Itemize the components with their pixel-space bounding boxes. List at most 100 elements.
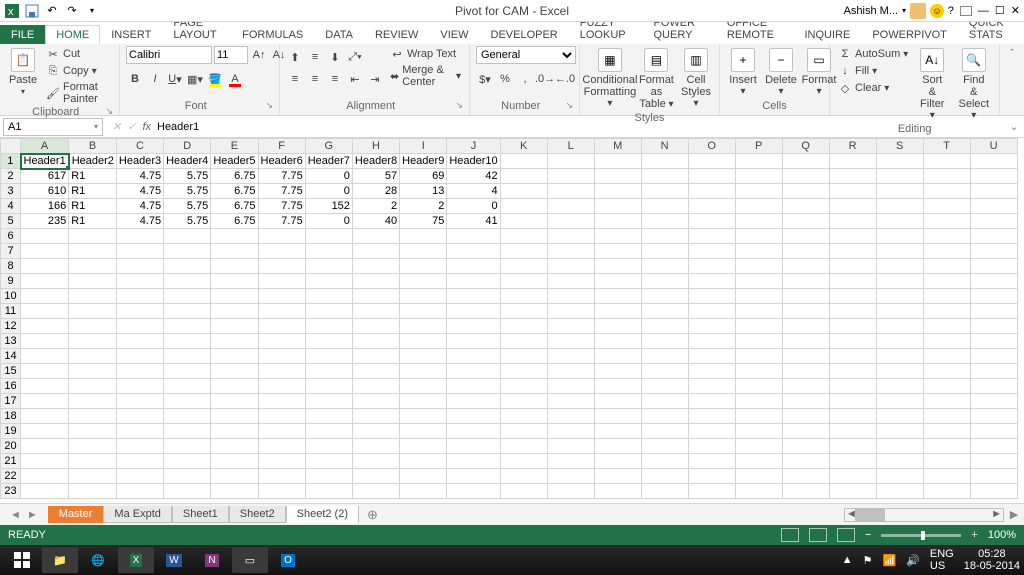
cell-E11[interactable] [211,304,258,319]
cell-D10[interactable] [164,289,211,304]
cell-A18[interactable] [21,409,69,424]
cell-O15[interactable] [688,364,735,379]
cell-F9[interactable] [258,274,305,289]
cell-O23[interactable] [688,484,735,499]
cell-D7[interactable] [164,244,211,259]
fill-button[interactable]: ↓Fill ▾ [836,63,910,79]
cell-S2[interactable] [876,169,923,184]
start-button[interactable] [4,547,40,573]
cell-U2[interactable] [970,169,1017,184]
cell-O21[interactable] [688,454,735,469]
cell-J7[interactable] [447,244,500,259]
redo-icon[interactable]: ↷ [64,3,80,19]
file-explorer-taskbar[interactable]: 📁 [42,547,78,573]
cell-B3[interactable]: R1 [69,184,117,199]
cell-A17[interactable] [21,394,69,409]
cell-E17[interactable] [211,394,258,409]
cell-T22[interactable] [923,469,970,484]
cell-C11[interactable] [116,304,163,319]
cell-F6[interactable] [258,229,305,244]
sheet-tab-sheet2-2-[interactable]: Sheet2 (2) [286,506,359,523]
cell-T4[interactable] [923,199,970,214]
cell-L18[interactable] [547,409,594,424]
row-header-19[interactable]: 19 [1,424,21,439]
cell-D14[interactable] [164,349,211,364]
cell-B9[interactable] [69,274,117,289]
copy-button[interactable]: ⎘Copy ▾ [44,63,113,79]
cell-P1[interactable] [735,154,782,169]
cell-L23[interactable] [547,484,594,499]
cell-I17[interactable] [400,394,447,409]
cell-H17[interactable] [352,394,399,409]
cell-E3[interactable]: 6.75 [211,184,258,199]
cell-A11[interactable] [21,304,69,319]
cell-J21[interactable] [447,454,500,469]
cell-U16[interactable] [970,379,1017,394]
cell-T6[interactable] [923,229,970,244]
cell-H12[interactable] [352,319,399,334]
cell-K10[interactable] [500,289,547,304]
cell-G13[interactable] [305,334,352,349]
row-header-17[interactable]: 17 [1,394,21,409]
cell-Q4[interactable] [782,199,829,214]
col-header-D[interactable]: D [164,139,211,154]
cell-N1[interactable] [641,154,688,169]
page-break-view-button[interactable] [837,528,855,542]
orientation-button[interactable]: ⤢▾ [346,48,364,66]
cell-R8[interactable] [829,259,876,274]
cell-H15[interactable] [352,364,399,379]
number-format-combo[interactable]: General [476,46,576,64]
cell-M7[interactable] [594,244,641,259]
cell-N17[interactable] [641,394,688,409]
cell-G2[interactable]: 0 [305,169,352,184]
cell-D17[interactable] [164,394,211,409]
cell-H19[interactable] [352,424,399,439]
row-header-10[interactable]: 10 [1,289,21,304]
cell-E12[interactable] [211,319,258,334]
cell-O7[interactable] [688,244,735,259]
cell-N9[interactable] [641,274,688,289]
avatar[interactable] [910,3,926,19]
cell-A21[interactable] [21,454,69,469]
cell-H13[interactable] [352,334,399,349]
cell-Q18[interactable] [782,409,829,424]
cell-G6[interactable] [305,229,352,244]
cell-F14[interactable] [258,349,305,364]
cell-C17[interactable] [116,394,163,409]
cell-E1[interactable]: Header5 [211,154,258,169]
col-header-F[interactable]: F [258,139,305,154]
cell-K22[interactable] [500,469,547,484]
col-header-M[interactable]: M [594,139,641,154]
cell-I18[interactable] [400,409,447,424]
cell-N7[interactable] [641,244,688,259]
cell-B17[interactable] [69,394,117,409]
cell-Q14[interactable] [782,349,829,364]
cell-L10[interactable] [547,289,594,304]
cell-J18[interactable] [447,409,500,424]
cell-H21[interactable] [352,454,399,469]
tab-review[interactable]: REVIEW [364,25,429,44]
cell-I15[interactable] [400,364,447,379]
cell-C23[interactable] [116,484,163,499]
tab-developer[interactable]: DEVELOPER [480,25,569,44]
row-header-7[interactable]: 7 [1,244,21,259]
cell-G22[interactable] [305,469,352,484]
cell-D18[interactable] [164,409,211,424]
cell-L20[interactable] [547,439,594,454]
cell-U19[interactable] [970,424,1017,439]
cell-R19[interactable] [829,424,876,439]
cell-S23[interactable] [876,484,923,499]
cell-K3[interactable] [500,184,547,199]
cell-E15[interactable] [211,364,258,379]
cell-K8[interactable] [500,259,547,274]
col-header-J[interactable]: J [447,139,500,154]
cell-U1[interactable] [970,154,1017,169]
cell-L13[interactable] [547,334,594,349]
zoom-level[interactable]: 100% [988,529,1016,541]
cell-U10[interactable] [970,289,1017,304]
merge-center-button[interactable]: ⬌Merge & Center ▾ [388,63,463,89]
cell-B13[interactable] [69,334,117,349]
cell-T8[interactable] [923,259,970,274]
tab-data[interactable]: DATA [314,25,364,44]
cell-B7[interactable] [69,244,117,259]
